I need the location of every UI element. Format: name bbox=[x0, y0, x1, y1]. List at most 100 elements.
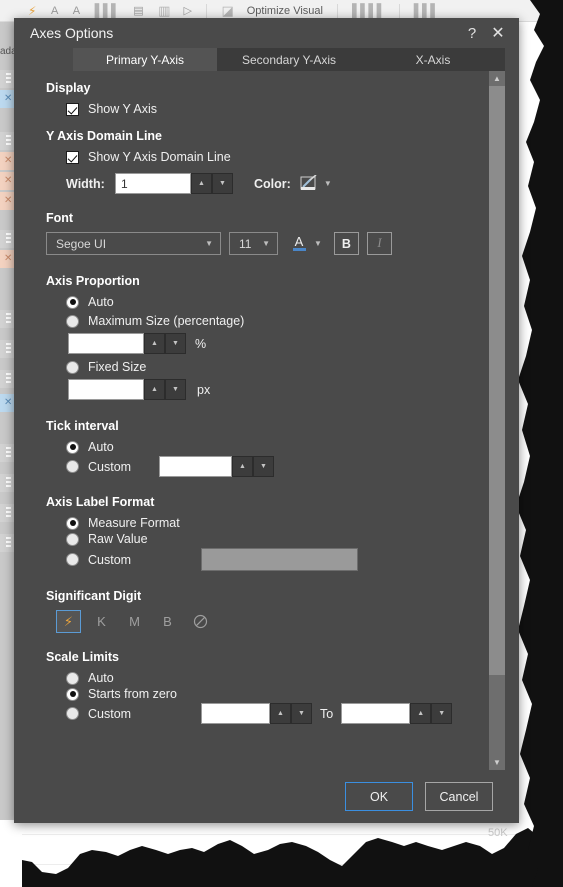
max-size-increment-button[interactable]: ▲ bbox=[144, 333, 165, 354]
show-y-axis-row[interactable]: Show Y Axis bbox=[66, 102, 489, 116]
scale-from-stepper[interactable]: ▲ ▼ bbox=[270, 703, 312, 724]
scale-from-input[interactable] bbox=[201, 703, 270, 724]
color-dropdown-caret-icon[interactable]: ▼ bbox=[324, 179, 332, 188]
tick-custom-input[interactable] bbox=[159, 456, 232, 477]
tab-primary-y-axis[interactable]: Primary Y-Axis bbox=[73, 48, 217, 71]
scale-from-increment-button[interactable]: ▲ bbox=[270, 703, 291, 724]
cancel-button[interactable]: Cancel bbox=[425, 782, 493, 811]
scrollbar-thumb[interactable] bbox=[489, 86, 505, 675]
close-icon[interactable]: ✕ bbox=[4, 93, 12, 105]
scale-to-stepper[interactable]: ▲ ▼ bbox=[410, 703, 453, 724]
drag-handle-icon[interactable] bbox=[6, 507, 11, 519]
drag-handle-icon[interactable] bbox=[6, 233, 11, 245]
significant-digit-auto-button[interactable]: ⚡ bbox=[56, 610, 81, 633]
drag-handle-icon[interactable] bbox=[6, 73, 11, 85]
scrollbar-track[interactable] bbox=[489, 86, 505, 755]
tick-auto-row[interactable]: Auto bbox=[66, 440, 489, 454]
tick-custom-stepper[interactable]: ▲ ▼ bbox=[232, 456, 274, 477]
drag-handle-icon[interactable] bbox=[6, 373, 11, 385]
drag-handle-icon[interactable] bbox=[6, 477, 11, 489]
font-shrink-icon[interactable]: A bbox=[73, 5, 81, 17]
optimize-visual-label[interactable]: Optimize Visual bbox=[247, 5, 323, 17]
extra-icons-2[interactable]: ▌▌▌ bbox=[414, 3, 440, 18]
scale-zero-radio[interactable] bbox=[66, 687, 79, 701]
format-custom-radio[interactable] bbox=[66, 553, 79, 566]
help-icon[interactable]: ? bbox=[459, 21, 485, 45]
show-domain-line-row[interactable]: Show Y Axis Domain Line bbox=[66, 150, 489, 164]
scale-auto-row[interactable]: Auto bbox=[66, 671, 489, 685]
fixed-size-stepper[interactable]: ▲ ▼ bbox=[144, 379, 186, 400]
scale-from-decrement-button[interactable]: ▼ bbox=[291, 703, 312, 724]
scale-to-increment-button[interactable]: ▲ bbox=[410, 703, 432, 724]
show-domain-line-checkbox[interactable] bbox=[66, 150, 79, 164]
fixed-size-increment-button[interactable]: ▲ bbox=[144, 379, 165, 400]
vertical-scrollbar[interactable]: ▲ ▼ bbox=[489, 71, 505, 770]
fixed-size-decrement-button[interactable]: ▼ bbox=[165, 379, 186, 400]
extra-icons-1[interactable]: ▌▌▌▌ bbox=[352, 3, 386, 18]
max-size-input[interactable] bbox=[68, 333, 144, 354]
format-custom-input[interactable] bbox=[201, 548, 358, 571]
drag-handle-icon[interactable] bbox=[6, 135, 11, 147]
axis-proportion-fixed-row[interactable]: Fixed Size bbox=[66, 360, 489, 374]
chart-icon[interactable]: ▌▌▌ bbox=[95, 3, 121, 18]
play-icon[interactable]: ▷ bbox=[183, 4, 192, 17]
scale-custom-radio[interactable] bbox=[66, 707, 79, 720]
axis-proportion-max-radio[interactable] bbox=[66, 314, 79, 328]
width-increment-button[interactable]: ▲ bbox=[191, 173, 212, 194]
close-icon[interactable]: ✕ bbox=[4, 397, 12, 409]
bold-button[interactable]: B bbox=[333, 232, 359, 255]
ok-button[interactable]: OK bbox=[345, 782, 413, 811]
axis-proportion-auto-radio[interactable] bbox=[66, 295, 79, 309]
scroll-down-button[interactable]: ▼ bbox=[489, 755, 505, 770]
tick-custom-row[interactable]: Custom ▲ ▼ bbox=[66, 456, 489, 477]
significant-digit-none-button[interactable] bbox=[188, 610, 213, 633]
table-icon[interactable]: ▤ bbox=[133, 4, 144, 17]
axis-proportion-max-row[interactable]: Maximum Size (percentage) bbox=[66, 314, 489, 328]
italic-button[interactable]: I bbox=[366, 232, 392, 255]
axis-proportion-auto-row[interactable]: Auto bbox=[66, 295, 489, 309]
drag-handle-icon[interactable] bbox=[6, 537, 11, 549]
close-icon[interactable]: ✕ bbox=[485, 21, 511, 45]
width-stepper[interactable]: ▲ ▼ bbox=[191, 173, 233, 194]
significant-digit-thousands-button[interactable]: K bbox=[89, 610, 114, 633]
measure-format-row[interactable]: Measure Format bbox=[66, 516, 489, 530]
tick-auto-radio[interactable] bbox=[66, 440, 79, 454]
pencil-color-icon[interactable] bbox=[299, 173, 319, 193]
axis-proportion-fixed-radio[interactable] bbox=[66, 360, 79, 374]
significant-digit-millions-button[interactable]: M bbox=[122, 610, 147, 633]
scale-auto-radio[interactable] bbox=[66, 671, 79, 685]
scroll-up-button[interactable]: ▲ bbox=[489, 71, 505, 86]
tick-decrement-button[interactable]: ▼ bbox=[253, 456, 274, 477]
font-grow-icon[interactable]: A bbox=[51, 5, 59, 17]
scale-to-input[interactable] bbox=[341, 703, 411, 724]
tick-increment-button[interactable]: ▲ bbox=[232, 456, 253, 477]
analyze-icon[interactable]: ◪ bbox=[221, 3, 233, 19]
chart-settings-icon[interactable]: ▥ bbox=[158, 3, 170, 19]
close-icon[interactable]: ✕ bbox=[4, 155, 12, 167]
drag-handle-icon[interactable] bbox=[6, 447, 11, 459]
close-icon[interactable]: ✕ bbox=[4, 253, 12, 265]
bolt-icon[interactable]: ⚡ bbox=[28, 4, 37, 18]
raw-value-radio[interactable] bbox=[66, 532, 79, 546]
max-size-decrement-button[interactable]: ▼ bbox=[165, 333, 186, 354]
drag-handle-icon[interactable] bbox=[6, 313, 11, 325]
font-size-dropdown[interactable]: 11 ▼ bbox=[229, 232, 278, 255]
tick-custom-radio[interactable] bbox=[66, 460, 79, 473]
scale-zero-row[interactable]: Starts from zero bbox=[66, 687, 489, 701]
show-y-axis-checkbox[interactable] bbox=[66, 102, 79, 116]
scale-custom-row[interactable]: Custom ▲ ▼ To ▲ ▼ bbox=[66, 703, 489, 724]
tab-secondary-y-axis[interactable]: Secondary Y-Axis bbox=[217, 48, 361, 71]
format-custom-row[interactable]: Custom bbox=[66, 548, 489, 571]
width-input[interactable]: 1 bbox=[115, 173, 191, 194]
drag-handle-icon[interactable] bbox=[6, 343, 11, 355]
dialog-titlebar[interactable]: Axes Options ? ✕ bbox=[14, 18, 519, 48]
significant-digit-billions-button[interactable]: B bbox=[155, 610, 180, 633]
fixed-size-input[interactable] bbox=[68, 379, 144, 400]
font-family-dropdown[interactable]: Segoe UI ▼ bbox=[46, 232, 221, 255]
font-color-button[interactable]: A bbox=[290, 235, 308, 251]
width-decrement-button[interactable]: ▼ bbox=[212, 173, 233, 194]
close-icon[interactable]: ✕ bbox=[4, 175, 12, 187]
close-icon[interactable]: ✕ bbox=[4, 195, 12, 207]
tab-x-axis[interactable]: X-Axis bbox=[361, 48, 505, 71]
scale-to-decrement-button[interactable]: ▼ bbox=[431, 703, 453, 724]
